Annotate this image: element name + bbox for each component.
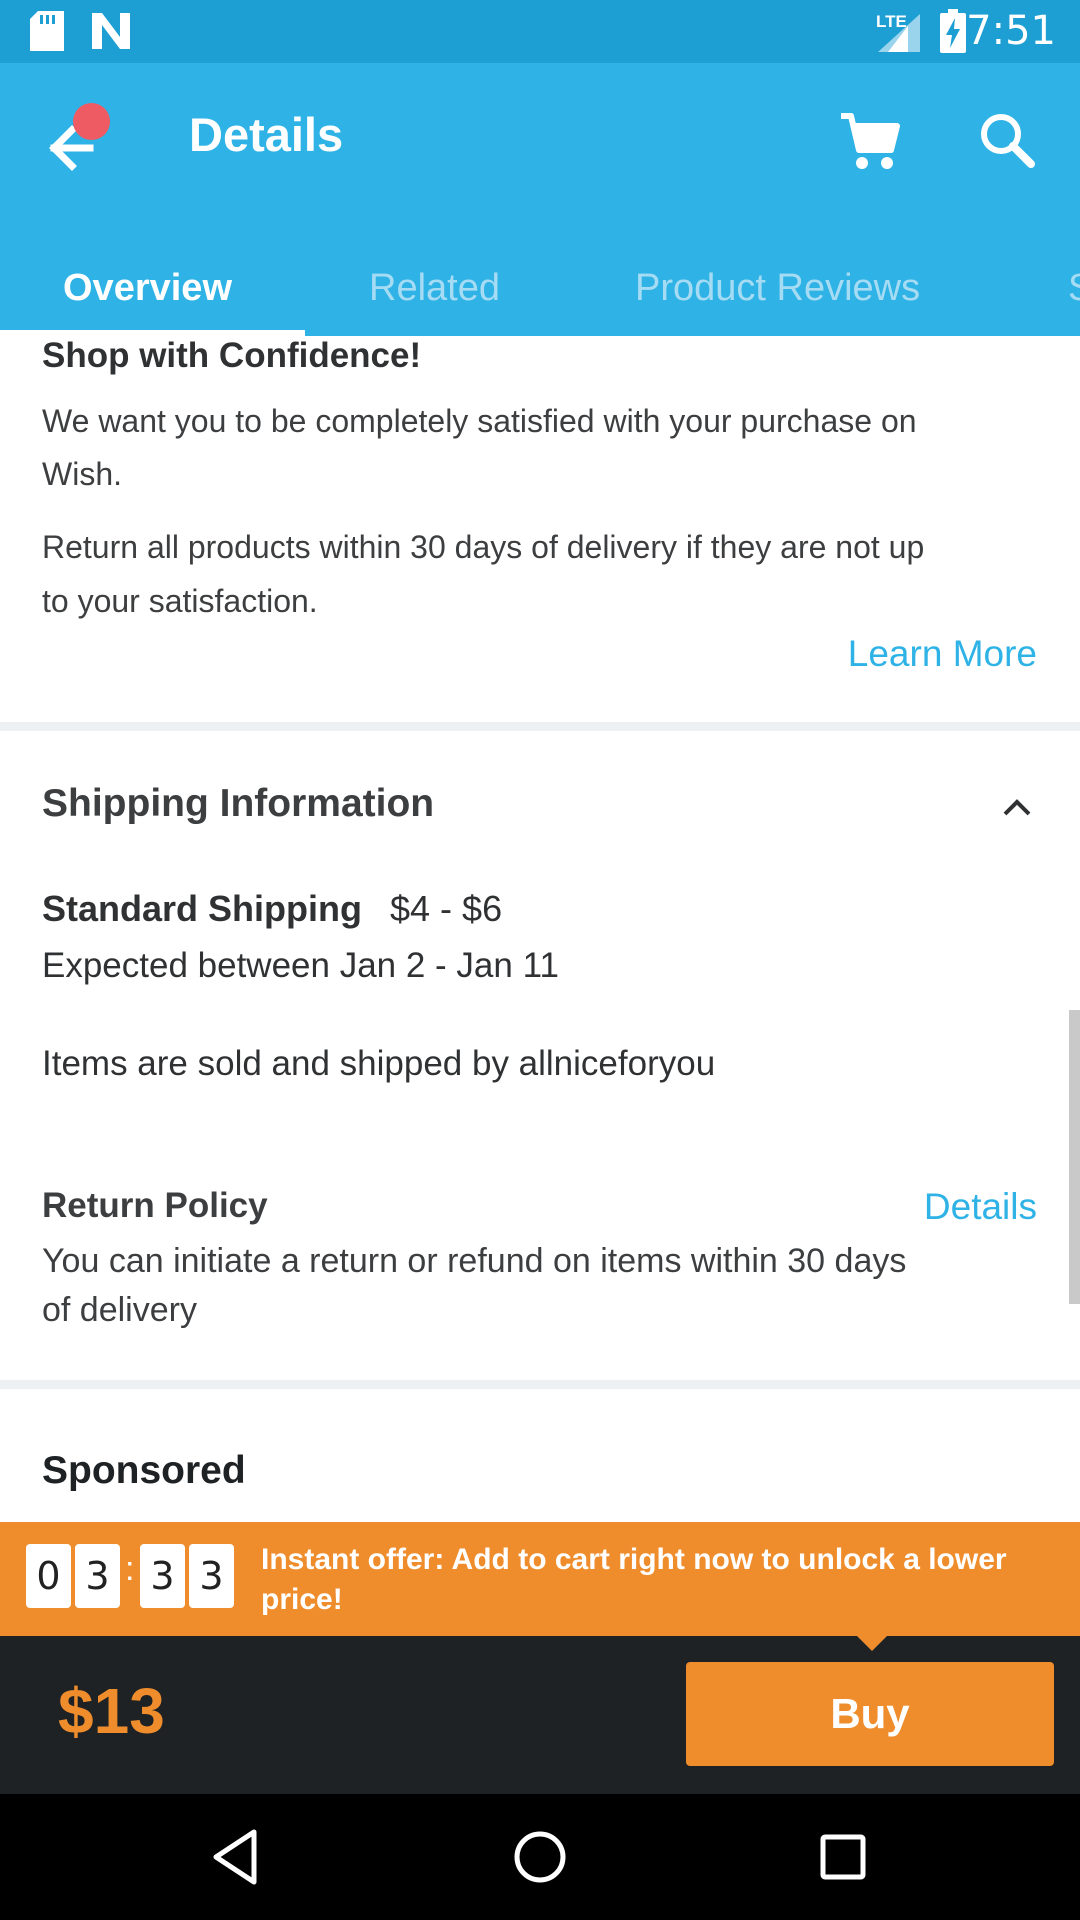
price: $13 xyxy=(58,1675,165,1747)
chevron-up-icon[interactable] xyxy=(1000,790,1034,824)
buy-button[interactable]: Buy xyxy=(686,1662,1054,1766)
shipping-expected: Expected between Jan 2 - Jan 11 xyxy=(42,946,559,985)
timer-digit: 3 xyxy=(189,1544,234,1608)
n-notification-icon xyxy=(92,13,130,49)
nav-recents-icon[interactable] xyxy=(810,1824,876,1890)
confidence-text-2b: to your satisfaction. xyxy=(42,583,318,619)
search-icon[interactable] xyxy=(975,108,1041,174)
timer-separator: : xyxy=(125,1550,135,1588)
instant-offer-banner[interactable]: 0 3 : 3 3 Instant offer: Add to cart rig… xyxy=(0,1522,1080,1636)
tab-partial[interactable]: S xyxy=(1068,241,1080,336)
nav-home-icon[interactable] xyxy=(507,1824,573,1890)
cart-icon[interactable] xyxy=(837,108,903,174)
signal-icon xyxy=(878,14,920,52)
confidence-text-1b: Wish. xyxy=(42,456,122,492)
status-bar: LTE 7:51 xyxy=(0,0,1080,63)
tab-product-reviews[interactable]: Product Reviews xyxy=(635,241,920,336)
sponsored-title: Sponsored xyxy=(42,1449,246,1492)
timer-digit: 3 xyxy=(140,1544,185,1608)
battery-charging-icon xyxy=(940,9,966,53)
seller-info: Items are sold and shipped by allnicefor… xyxy=(42,1044,716,1083)
learn-more-link[interactable]: Learn More xyxy=(848,633,1037,675)
return-policy-text-2: of delivery xyxy=(42,1291,197,1329)
tab-related[interactable]: Related xyxy=(369,241,500,336)
scrollbar[interactable] xyxy=(1069,1010,1080,1304)
return-details-link[interactable]: Details xyxy=(924,1186,1037,1228)
system-nav-bar xyxy=(0,1794,1080,1920)
app-bar: Details Overview Related Product Reviews… xyxy=(0,63,1080,336)
confidence-title: Shop with Confidence! xyxy=(42,336,422,375)
buy-bar: $13 Buy xyxy=(0,1636,1080,1794)
shipping-title: Shipping Information xyxy=(42,782,435,825)
tab-bar: Overview Related Product Reviews S xyxy=(0,241,1080,336)
confidence-text-1a: We want you to be completely satisfied w… xyxy=(42,403,917,439)
section-divider xyxy=(0,722,1080,731)
shipping-price: $4 - $6 xyxy=(390,888,503,929)
timer-digit: 0 xyxy=(26,1544,71,1608)
shipping-method-label: Standard Shipping xyxy=(42,888,362,929)
offer-pointer xyxy=(855,1634,889,1651)
shipping-method-row: Standard Shipping $4 - $6 xyxy=(42,888,502,930)
notification-dot xyxy=(73,103,110,140)
clock: 7:51 xyxy=(966,8,1056,54)
return-policy-title: Return Policy xyxy=(42,1186,268,1225)
tab-overview[interactable]: Overview xyxy=(63,241,232,336)
timer-digit: 3 xyxy=(75,1544,120,1608)
return-policy-text-1: You can initiate a return or refund on i… xyxy=(42,1242,907,1280)
sd-card-icon xyxy=(30,11,64,51)
confidence-text-2a: Return all products within 30 days of de… xyxy=(42,529,925,565)
page-title: Details xyxy=(189,108,344,161)
section-divider xyxy=(0,1380,1080,1389)
offer-text: Instant offer: Add to cart right now to … xyxy=(261,1543,1007,1616)
nav-back-icon[interactable] xyxy=(204,1824,270,1890)
